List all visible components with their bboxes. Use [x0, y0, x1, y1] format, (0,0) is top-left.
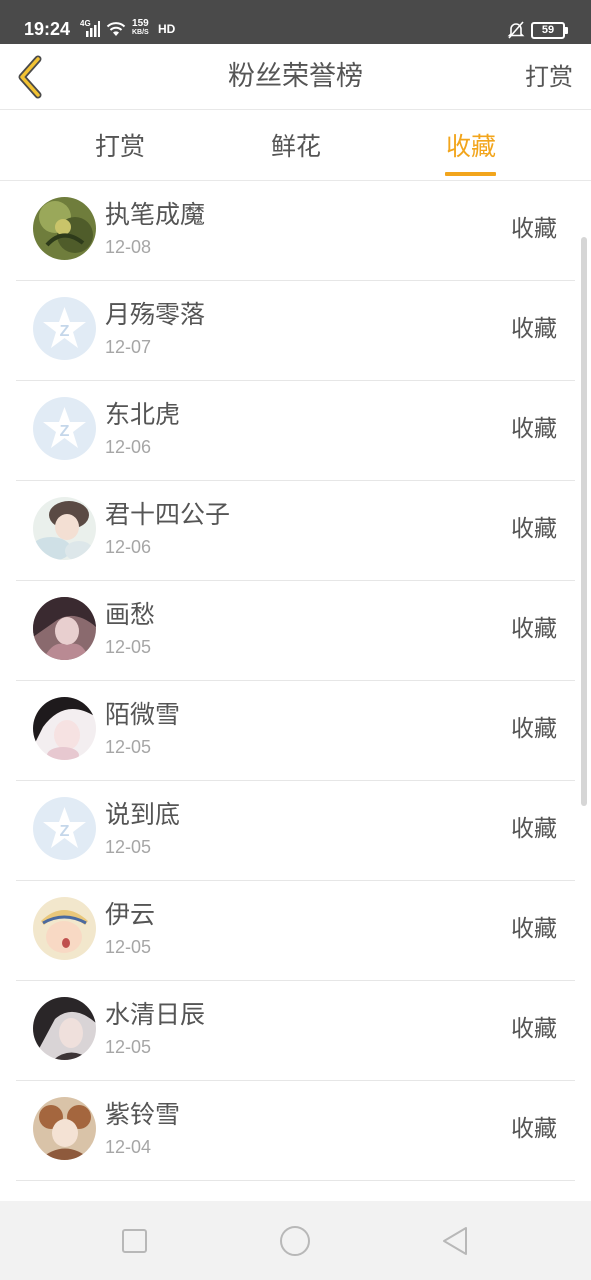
status-time: 19:24 [24, 19, 71, 39]
svg-text:Z: Z [60, 823, 70, 840]
user-date: 12-08 [105, 237, 152, 257]
scrollbar[interactable] [581, 237, 587, 806]
avatar: Z [33, 397, 96, 460]
favorite-label: 收藏 [511, 1116, 557, 1142]
avatar [33, 697, 96, 760]
signal-icon [86, 21, 100, 37]
list-item[interactable]: Z 说到底 12-05 收藏 [0, 781, 591, 881]
fan-list[interactable]: 执笔成魔 12-08 收藏 Z 月殇零落 12-07 收藏 Z 东北虎 12-0… [0, 181, 591, 1201]
user-date: 12-07 [105, 337, 152, 357]
user-date: 12-06 [105, 437, 152, 457]
recents-square-icon[interactable] [117, 1223, 153, 1259]
avatar [33, 197, 96, 260]
avatar [33, 1097, 96, 1160]
favorite-label: 收藏 [511, 616, 557, 642]
list-item[interactable]: Z 月殇零落 12-07 收藏 [0, 281, 591, 381]
list-item[interactable]: Z 东北虎 12-06 收藏 [0, 381, 591, 481]
user-name: 伊云 [105, 900, 156, 929]
list-item[interactable]: 画愁 12-05 收藏 [0, 581, 591, 681]
page-title: 粉丝荣誉榜 [228, 61, 363, 92]
system-nav-bar [0, 1201, 591, 1280]
user-date: 12-06 [105, 537, 152, 557]
list-item[interactable]: 水清日辰 12-05 收藏 [0, 981, 591, 1081]
network-speed: 159 KB/S [132, 19, 149, 37]
list-item[interactable]: 君十四公子 12-06 收藏 [0, 481, 591, 581]
tab-flowers[interactable]: 鲜花 [236, 130, 356, 164]
battery-tip [565, 27, 568, 34]
svg-text:Z: Z [60, 323, 70, 340]
avatar [33, 497, 96, 560]
default-avatar-icon: Z [33, 797, 96, 860]
favorite-label: 收藏 [511, 316, 557, 342]
user-name: 执笔成魔 [105, 200, 206, 229]
user-date: 12-05 [105, 937, 152, 957]
user-name: 画愁 [105, 600, 156, 629]
favorite-label: 收藏 [511, 816, 557, 842]
list-item[interactable]: 伊云 12-05 收藏 [0, 881, 591, 981]
user-name: 君十四公子 [105, 500, 231, 529]
network-speed-unit: KB/S [132, 29, 149, 36]
favorite-label: 收藏 [511, 216, 557, 242]
list-item[interactable]: 陌微雪 12-05 收藏 [0, 681, 591, 781]
tab-tip[interactable]: 打赏 [60, 130, 180, 164]
default-avatar-icon: Z [33, 397, 96, 460]
favorite-label: 收藏 [511, 416, 557, 442]
avatar [33, 897, 96, 960]
user-name: 月殇零落 [105, 300, 206, 329]
hd-badge: HD [158, 22, 176, 36]
favorite-label: 收藏 [511, 916, 557, 942]
user-name: 紫铃雪 [105, 1100, 181, 1129]
status-bar: 19:24 4G 159 KB/S HD 59 [0, 0, 591, 44]
avatar [33, 597, 96, 660]
user-name: 说到底 [105, 800, 181, 829]
tip-button[interactable]: 打赏 [525, 60, 573, 94]
avatar: Z [33, 297, 96, 360]
list-item[interactable]: 紫铃雪 12-04 收藏 [0, 1081, 591, 1181]
user-name: 水清日辰 [105, 1000, 206, 1029]
user-name: 东北虎 [105, 400, 181, 429]
svg-text:Z: Z [60, 423, 70, 440]
favorite-label: 收藏 [511, 516, 557, 542]
default-avatar-icon: Z [33, 297, 96, 360]
active-tab-indicator [445, 172, 496, 176]
user-date: 12-04 [105, 1137, 152, 1157]
battery-icon: 59 [531, 22, 565, 39]
avatar [33, 997, 96, 1060]
favorite-label: 收藏 [511, 716, 557, 742]
user-date: 12-05 [105, 837, 152, 857]
app-header: 粉丝荣誉榜 打赏 [0, 44, 591, 110]
user-date: 12-05 [105, 737, 152, 757]
home-circle-icon[interactable] [277, 1223, 313, 1259]
list-item[interactable]: 执笔成魔 12-08 收藏 [0, 181, 591, 281]
wifi-icon [106, 22, 126, 36]
back-triangle-icon[interactable] [438, 1223, 474, 1259]
tab-bar: 打赏 鲜花 收藏 [0, 111, 591, 181]
user-date: 12-05 [105, 1037, 152, 1057]
favorite-label: 收藏 [511, 1016, 557, 1042]
avatar: Z [33, 797, 96, 860]
mute-icon [507, 21, 525, 39]
user-date: 12-05 [105, 637, 152, 657]
tab-favorites[interactable]: 收藏 [411, 130, 531, 164]
user-name: 陌微雪 [105, 700, 181, 729]
